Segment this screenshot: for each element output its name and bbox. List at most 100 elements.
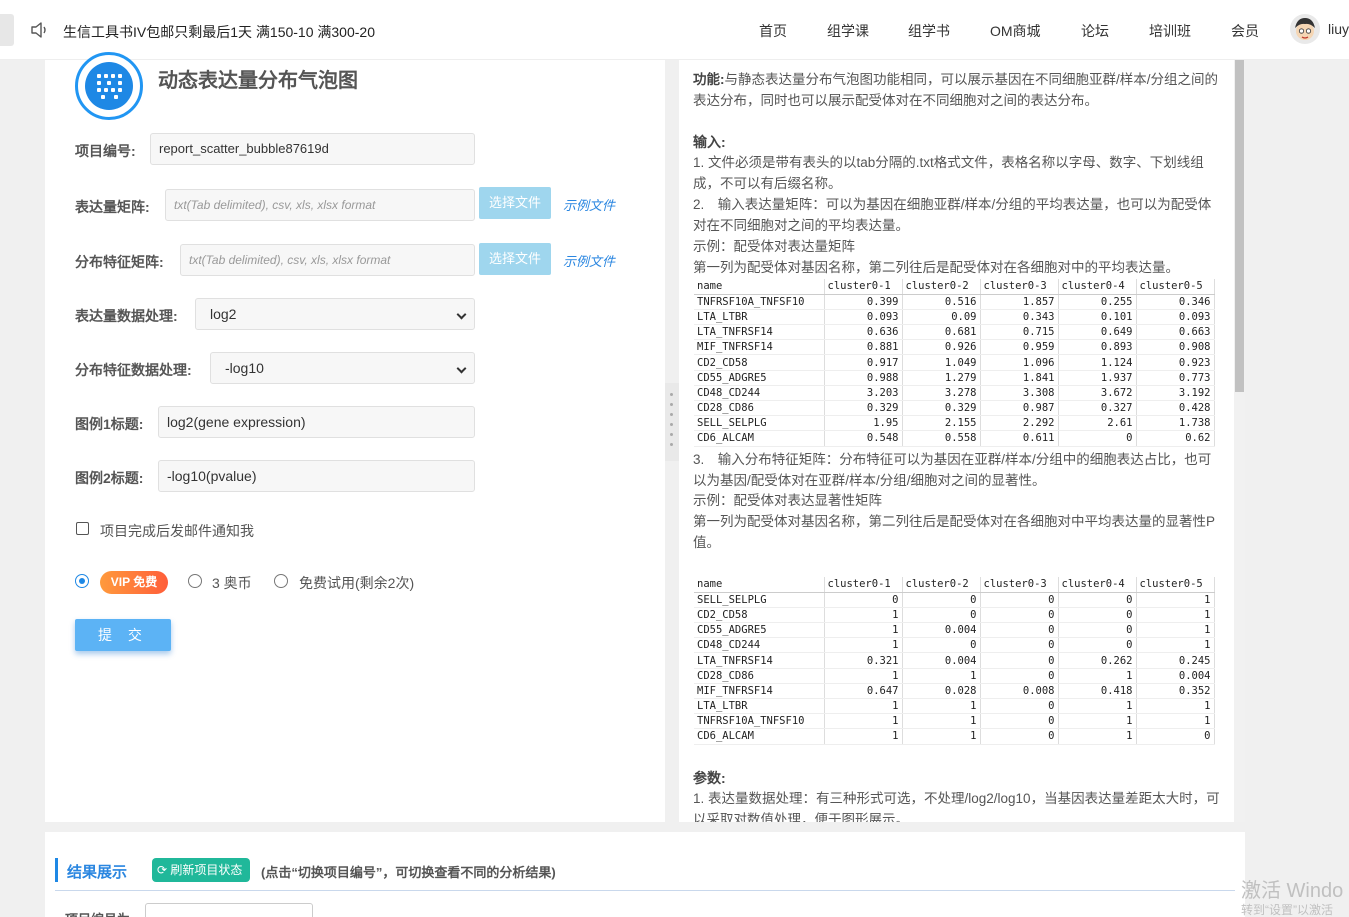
speaker-icon: [31, 22, 46, 38]
username[interactable]: liuy: [1328, 21, 1349, 37]
results-title: 结果展示: [67, 864, 128, 881]
dist-process-select[interactable]: -log10: [210, 352, 475, 384]
project-select[interactable]: [145, 903, 313, 917]
dist-matrix-file-input[interactable]: txt(Tab delimited), csv, xls, xlsx forma…: [180, 244, 475, 276]
email-notify-checkbox[interactable]: [76, 522, 89, 535]
function-text: 与静态表达量分布气泡图功能相同，可以展示基因在不同细胞亚群/样本/分组之间的表达…: [693, 72, 1219, 108]
tool-logo-icon: [75, 52, 143, 120]
help-scrollbar-thumb[interactable]: [1235, 60, 1244, 392]
expr-process-select[interactable]: log2: [195, 298, 475, 330]
table-row: CD6_ALCAM 0.548 0.558 0.611 0 0.62: [694, 430, 1215, 447]
submit-button[interactable]: 提 交: [75, 619, 171, 651]
table-name-cell: MIF_TNFRSF14: [694, 339, 825, 356]
refresh-label: 刷新项目状态: [170, 863, 243, 877]
legend2-input[interactable]: -log10(pvalue): [158, 460, 475, 492]
coins-radio[interactable]: [188, 574, 202, 588]
table-value-cell: 1.049: [902, 354, 981, 371]
table-value-cell: 0.346: [1136, 294, 1215, 310]
chevron-down-icon: [456, 363, 467, 374]
example1-title: 示例：配受体对表达量矩阵: [693, 239, 855, 254]
sidebar-toggle[interactable]: [0, 14, 14, 46]
table-value-cell: 0.329: [902, 400, 981, 417]
dist-example-file-link[interactable]: 示例文件: [563, 251, 615, 270]
table-value-cell: 0.62: [1136, 430, 1215, 447]
expr-process-label: 表达量数据处理:: [75, 308, 178, 324]
table-row: CD48_CD244 3.203 3.278 3.308 3.672 3.192: [694, 385, 1215, 402]
table-row: LTA_TNFRSF14 0.321 0.004 0 0.262 0.245: [694, 652, 1215, 669]
table-value-cell: 3.278: [902, 385, 981, 402]
table-header-cell: cluster0-5: [1136, 577, 1215, 593]
table-value-cell: 0.923: [1136, 354, 1215, 371]
table-name-cell: SELL_SELPLG: [694, 415, 825, 432]
table-value-cell: 1: [902, 728, 981, 745]
expr-matrix-file-input[interactable]: txt(Tab delimited), csv, xls, xlsx forma…: [165, 189, 475, 221]
table-value-cell: 1.279: [902, 370, 981, 386]
table-value-cell: 1: [1136, 698, 1215, 715]
table-row: MIF_TNFRSF14 0.881 0.926 0.959 0.893 0.908: [694, 339, 1215, 356]
nav-membership[interactable]: 会员: [1231, 21, 1259, 41]
table-row: LTA_LTBR 0.093 0.09 0.343 0.101 0.093: [694, 309, 1215, 326]
input-rule-2: 2. 输入表达量矩阵：可以为基因在细胞亚群/样本/分组的平均表达量，也可以为配受…: [693, 197, 1212, 233]
nav-training[interactable]: 培训班: [1149, 21, 1191, 41]
table-value-cell: 0: [1058, 430, 1137, 447]
table-value-cell: 0.611: [980, 430, 1059, 447]
dist-process-value: -log10: [225, 360, 264, 376]
table-value-cell: 3.308: [980, 385, 1059, 402]
table-value-cell: 0: [1058, 607, 1137, 624]
table-value-cell: 0.987: [980, 400, 1059, 417]
free-trial-radio[interactable]: [274, 574, 288, 588]
table-value-cell: 1: [902, 668, 981, 684]
legend1-input[interactable]: log2(gene expression): [158, 406, 475, 438]
table-value-cell: 0.647: [824, 683, 903, 700]
refresh-status-button[interactable]: ⟳ 刷新项目状态: [152, 858, 250, 882]
nav-om-mall[interactable]: OM商城: [990, 21, 1041, 41]
table-value-cell: 0.418: [1058, 683, 1137, 700]
table-value-cell: 1: [1058, 698, 1137, 715]
table-value-cell: 0: [980, 668, 1059, 684]
expr-matrix-label: 表达量矩阵:: [75, 199, 150, 215]
table-value-cell: 0.548: [824, 430, 903, 447]
panel-splitter-handle[interactable]: [665, 383, 679, 461]
table-value-cell: 0.245: [1136, 652, 1215, 669]
table-name-cell: CD28_CD86: [694, 668, 825, 684]
table-value-cell: 1: [902, 698, 981, 715]
nav-omics-course[interactable]: 组学课: [827, 21, 869, 41]
vip-free-radio[interactable]: [75, 574, 89, 588]
table-header-cell: cluster0-5: [1136, 279, 1215, 295]
table-value-cell: 1: [824, 637, 903, 654]
table-name-cell: CD48_CD244: [694, 637, 825, 654]
table-value-cell: 0.988: [824, 370, 903, 386]
expr-example-file-link[interactable]: 示例文件: [563, 195, 615, 214]
table-row: CD28_CD86 0.329 0.329 0.987 0.327 0.428: [694, 400, 1215, 417]
table-value-cell: 0.093: [1136, 309, 1215, 326]
table-value-cell: 1: [824, 698, 903, 715]
project-id-input[interactable]: report_scatter_bubble87619d: [150, 133, 475, 165]
table-header-cell: name: [694, 577, 825, 593]
table-value-cell: 1: [824, 607, 903, 624]
announcement-text[interactable]: 生信工具书IV包邮只剩最后1天 满150-10 满300-20: [63, 22, 375, 42]
table-row: CD28_CD86 1 1 0 1 0.004: [694, 668, 1215, 684]
table-value-cell: 0.663: [1136, 324, 1215, 341]
table-value-cell: 0: [980, 713, 1059, 730]
table-row: TNFRSF10A_TNFSF10 0.399 0.516 1.857 0.255 0.3…: [694, 294, 1215, 310]
dist-matrix-label: 分布特征矩阵:: [75, 254, 164, 270]
input-rule-1: 1. 文件必须是带有表头的以tab分隔的.txt格式文件，表格名称以字母、数字、…: [693, 155, 1204, 191]
nav-forum[interactable]: 论坛: [1081, 21, 1109, 41]
table-name-cell: CD55_ADGRE5: [694, 370, 825, 386]
table-value-cell: 0.959: [980, 339, 1059, 356]
table-value-cell: 0.004: [902, 652, 981, 669]
expr-choose-file-button[interactable]: 选择文件: [479, 187, 551, 219]
table-value-cell: 0.343: [980, 309, 1059, 326]
user-avatar[interactable]: [1290, 14, 1320, 44]
dist-choose-file-button[interactable]: 选择文件: [479, 243, 551, 275]
function-description: 功能:与静态表达量分布气泡图功能相同，可以展示基因在不同细胞亚群/样本/分组之间…: [693, 69, 1223, 111]
table-name-cell: SELL_SELPLG: [694, 592, 825, 608]
table-row: CD2_CD58 0.917 1.049 1.096 1.124 0.923: [694, 354, 1215, 371]
table-value-cell: 0.321: [824, 652, 903, 669]
nav-omics-book[interactable]: 组学书: [908, 21, 950, 41]
table-value-cell: 1: [1058, 728, 1137, 745]
table-row: LTA_TNFRSF14 0.636 0.681 0.715 0.649 0.663: [694, 324, 1215, 341]
nav-home[interactable]: 首页: [759, 21, 787, 41]
table-value-cell: 0: [824, 592, 903, 608]
table-name-cell: MIF_TNFRSF14: [694, 683, 825, 700]
